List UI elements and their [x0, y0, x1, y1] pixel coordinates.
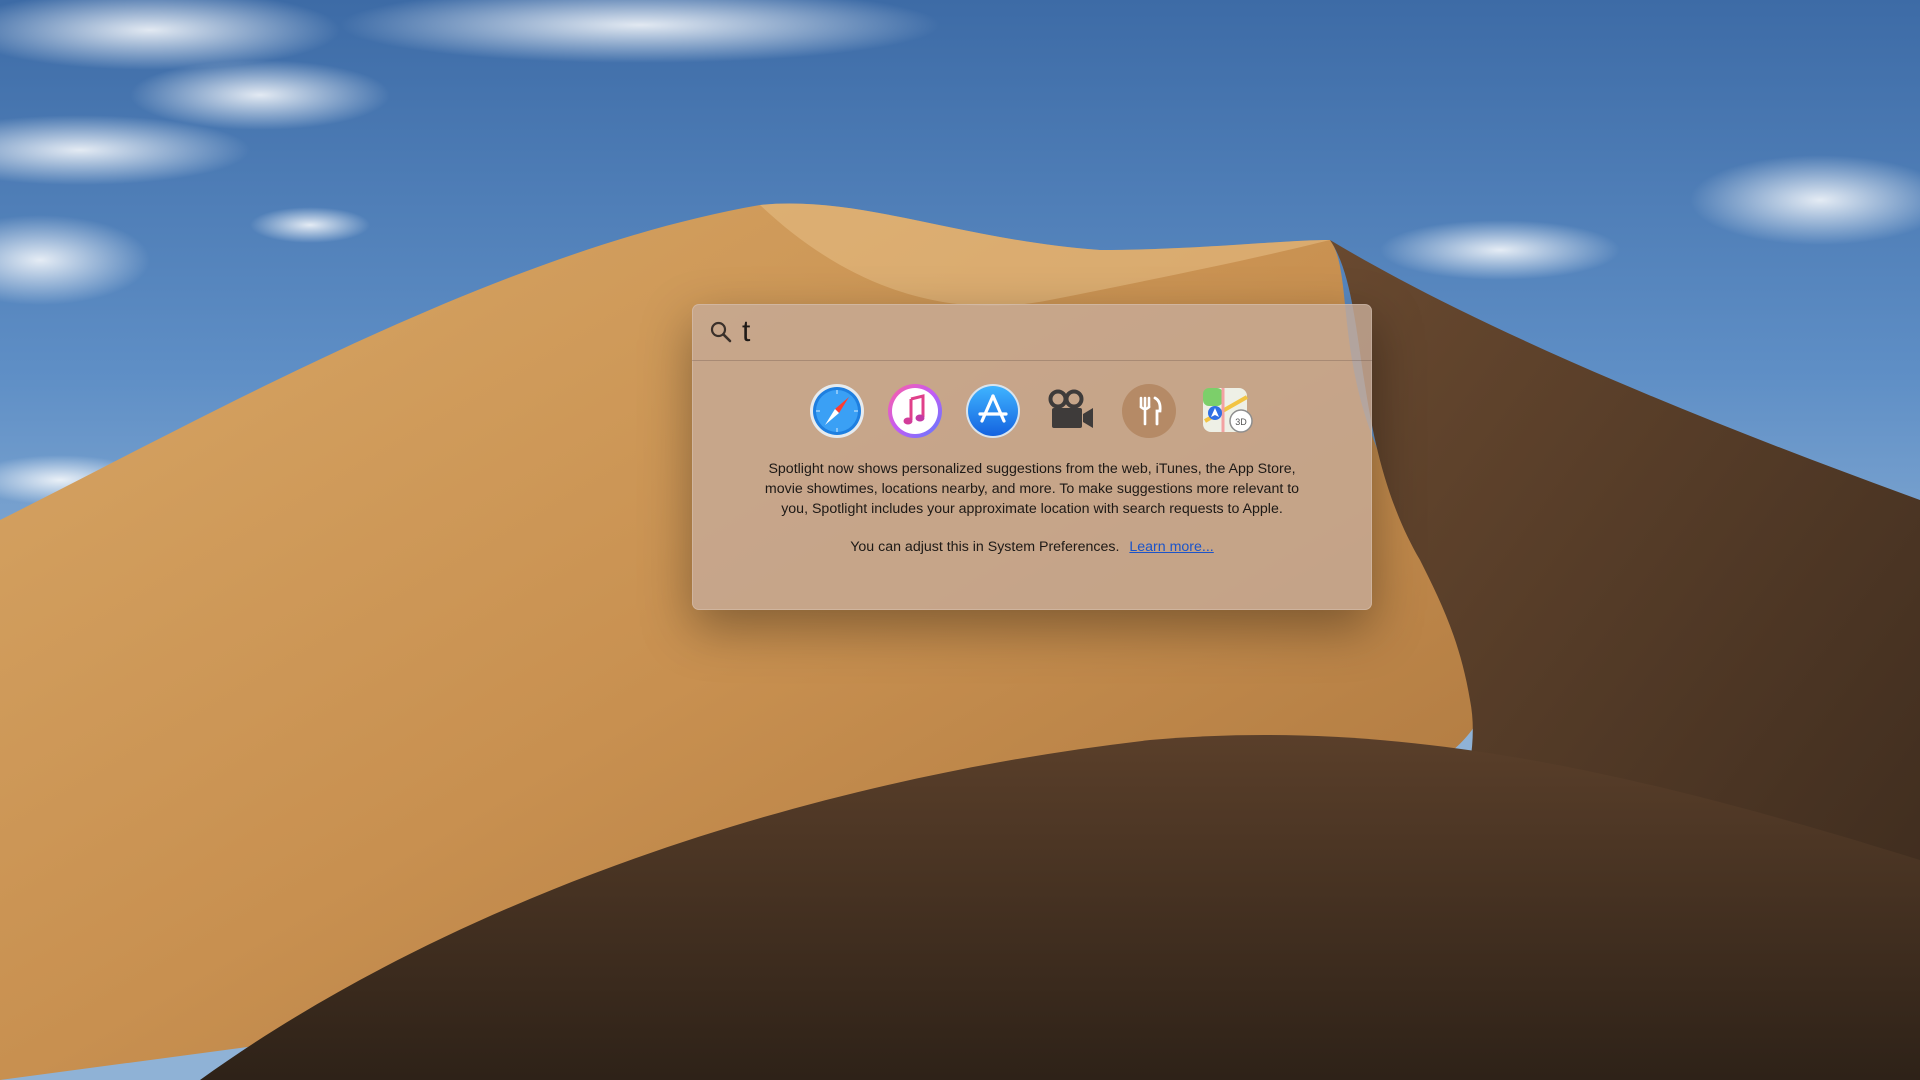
app-store-icon: [964, 382, 1022, 440]
learn-more-link[interactable]: Learn more...: [1129, 539, 1213, 555]
adjust-settings-line: You can adjust this in System Preference…: [692, 539, 1372, 555]
suggestion-icons-row: 3D: [692, 381, 1372, 441]
search-icon: [708, 319, 734, 345]
movie-camera-icon: [1042, 382, 1100, 440]
itunes-icon: [886, 382, 944, 440]
privacy-message: Spotlight now shows personalized suggest…: [764, 461, 1300, 517]
svg-text:3D: 3D: [1235, 417, 1247, 427]
desktop: 3D Spotlight now shows personalized sugg…: [0, 0, 1920, 1080]
adjust-text: You can adjust this in System Preference…: [850, 539, 1120, 555]
spotlight-window: 3D Spotlight now shows personalized sugg…: [692, 304, 1372, 610]
safari-icon: [808, 382, 866, 440]
fork-knife-icon: [1120, 382, 1178, 440]
maps-icon: 3D: [1198, 382, 1256, 440]
spotlight-search-input[interactable]: [742, 312, 1302, 352]
spotlight-search-bar: [692, 304, 1372, 361]
